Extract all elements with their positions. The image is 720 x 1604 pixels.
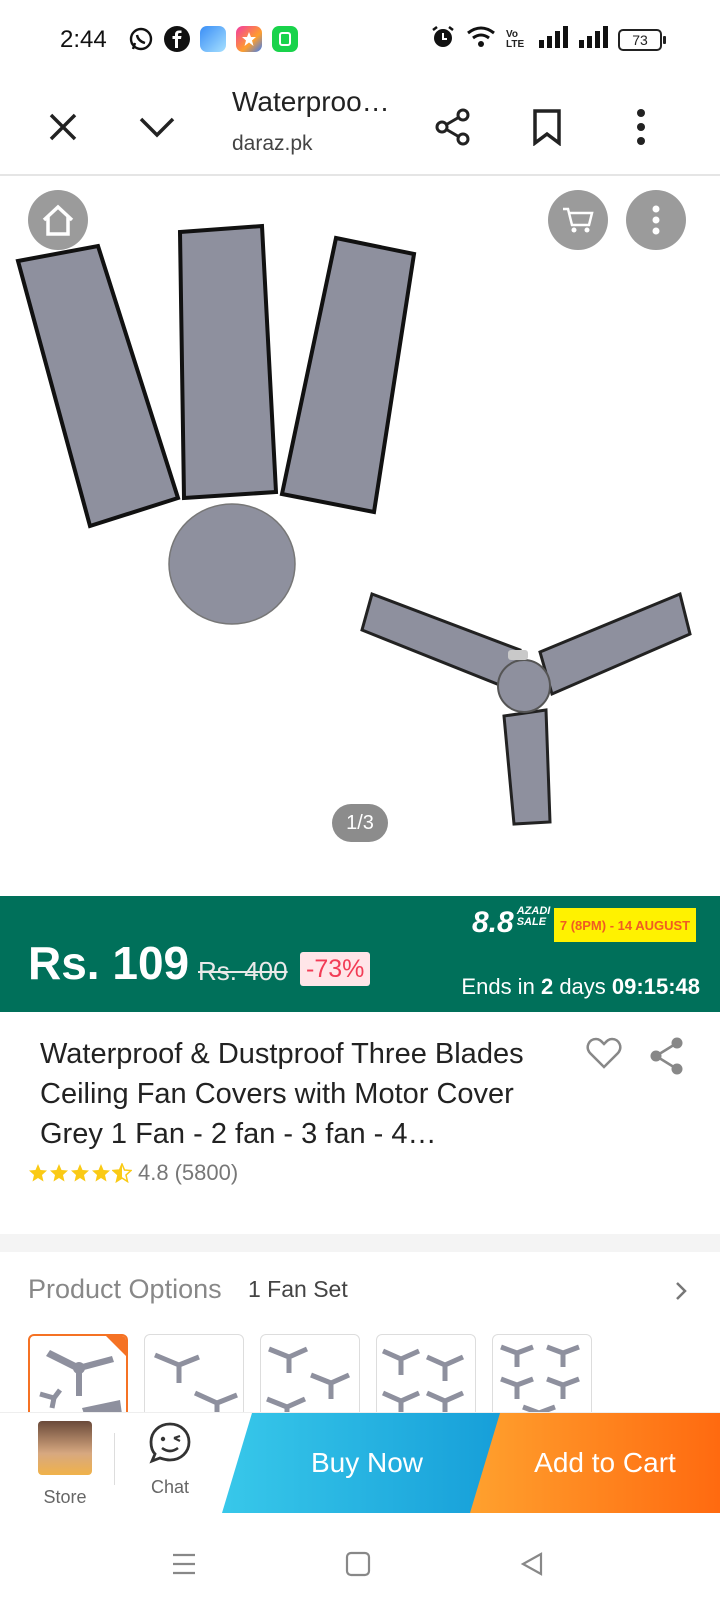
whatsapp-icon [128, 26, 154, 52]
recents-button[interactable] [164, 1544, 204, 1584]
star-app-icon [236, 26, 262, 52]
page-url: daraz.pk [232, 132, 313, 155]
countdown-days: 2 [540, 974, 554, 999]
product-image-carousel[interactable] [0, 176, 720, 896]
selected-option[interactable]: 1 Fan Set [248, 1276, 348, 1303]
sale-logo-text-2: SALE [516, 916, 547, 928]
share-icon [650, 1037, 683, 1075]
store-label: Store [43, 1487, 87, 1507]
bookmark-icon [533, 109, 561, 146]
close-icon [49, 113, 77, 141]
cart-icon [563, 207, 594, 233]
sale-logo: 8.8 AZADI SALE [472, 906, 550, 940]
chat-label: Chat [150, 1477, 190, 1497]
review-count: (5800) [174, 1160, 239, 1185]
star-icon [29, 1164, 47, 1182]
back-nav-button[interactable] [512, 1544, 552, 1584]
product-image [15, 223, 692, 826]
hero-more-button[interactable] [626, 190, 686, 250]
volte-icon: Vo LTE [506, 28, 525, 50]
divider [114, 1433, 115, 1485]
store-button[interactable]: Store [34, 1421, 96, 1508]
more-vertical-icon [637, 109, 645, 145]
square-icon [345, 1551, 371, 1577]
sale-logo-number: 8.8 [472, 906, 514, 939]
share-product-button[interactable] [648, 1036, 686, 1081]
share-page-button[interactable] [428, 102, 478, 152]
product-title: Waterproof & Dustproof Three Blades Ceil… [40, 1038, 524, 1150]
heart-icon [586, 1037, 622, 1069]
menu-icon [173, 1553, 195, 1575]
buy-now-button[interactable]: Buy Now [222, 1413, 512, 1513]
star-icon [92, 1164, 110, 1182]
current-price: Rs. 109 [28, 937, 190, 989]
price-banner: Rs. 109 Rs. 400 -73% 8.8 AZADI SALE 7 (8PM… [0, 896, 720, 1012]
home-icon [42, 204, 74, 236]
notification-icons [128, 26, 298, 52]
fan-thumbnail-image [39, 1350, 122, 1420]
cart-button[interactable] [548, 190, 608, 250]
options-label: Product Options [28, 1274, 222, 1304]
home-nav-button[interactable] [338, 1544, 378, 1584]
system-icons: Vo LTE 73 [430, 24, 666, 55]
signal-icon [538, 26, 568, 53]
status-time: 2:44 [60, 26, 107, 53]
rating-row[interactable]: 4.8 (5800) [28, 1160, 238, 1186]
star-rating [28, 1163, 132, 1183]
store-avatar [38, 1421, 92, 1475]
chevron-right-icon[interactable] [674, 1280, 688, 1309]
add-to-cart-button[interactable]: Add to Cart [470, 1413, 720, 1513]
back-triangle-icon [520, 1552, 543, 1576]
countdown: Ends in 2 days 09:15:48 [461, 974, 700, 1000]
title-actions [586, 1036, 686, 1081]
chat-button[interactable]: Chat [140, 1421, 200, 1498]
alarm-icon [430, 24, 456, 55]
star-icon [71, 1164, 89, 1182]
section-divider [0, 1234, 720, 1252]
signal-icon-2 [578, 26, 608, 53]
more-menu-button[interactable] [616, 102, 666, 152]
battery-icon: 73 [618, 28, 666, 51]
half-star-icon [112, 1163, 132, 1183]
countdown-timer: 09:15:48 [611, 974, 700, 999]
wifi-icon [466, 25, 496, 54]
countdown-days-label: days [559, 974, 606, 999]
browser-app-icon [200, 26, 226, 52]
more-vertical-icon [652, 205, 660, 235]
close-tab-button[interactable] [38, 102, 88, 152]
sale-dates: 7 (8PM) - 14 AUGUST [554, 908, 696, 942]
countdown-prefix: Ends in [461, 974, 535, 999]
browser-toolbar: Waterproo… daraz.pk [0, 80, 720, 176]
share-icon [435, 108, 470, 146]
status-bar: 2:44 Vo LTE 73 [0, 0, 720, 80]
wishlist-button[interactable] [586, 1036, 622, 1081]
image-pager: 1/3 [332, 804, 388, 842]
green-app-icon [272, 26, 298, 52]
chat-icon [149, 1422, 191, 1464]
discount-badge: -73% [300, 952, 371, 986]
action-bar: Store Chat Buy Now Add to Cart [0, 1412, 720, 1517]
star-icon [50, 1164, 68, 1182]
minimize-button[interactable] [132, 102, 182, 152]
facebook-icon [164, 26, 190, 52]
original-price: Rs. 400 [198, 956, 288, 986]
system-nav-bar [0, 1516, 720, 1604]
page-title: Waterproo… [232, 86, 390, 117]
rating-value: 4.8 [138, 1160, 169, 1185]
bookmark-button[interactable] [522, 102, 572, 152]
chevron-down-icon [139, 117, 175, 138]
home-button[interactable] [28, 190, 88, 250]
